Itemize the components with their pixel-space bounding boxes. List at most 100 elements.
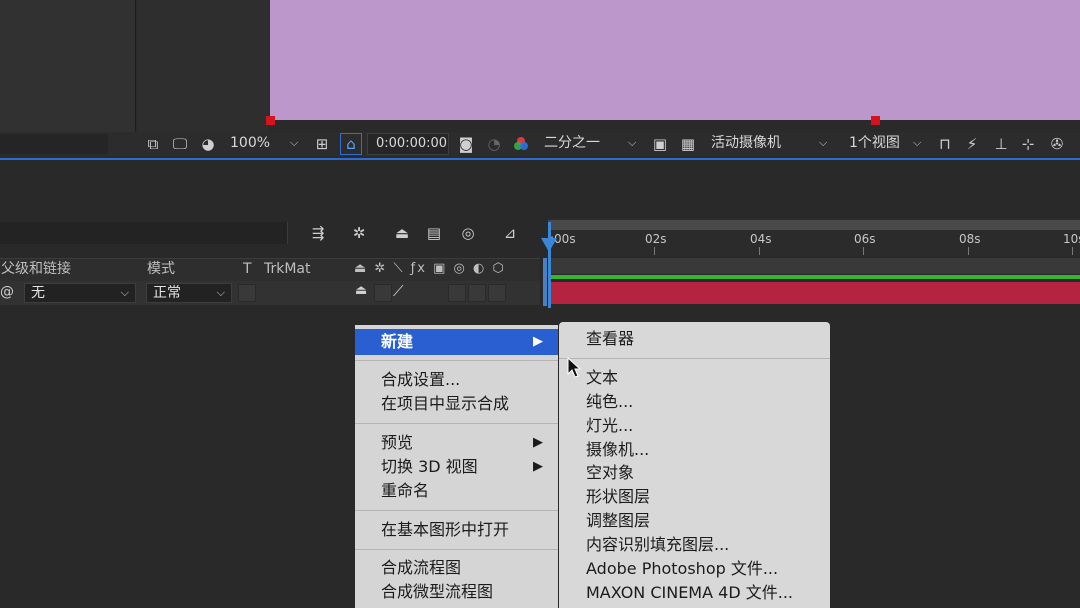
composition-canvas[interactable] — [266, 0, 1080, 125]
submenu-item-viewer[interactable]: 查看器 — [559, 327, 830, 351]
menu-item-preview[interactable]: 预览 ▶ — [355, 431, 558, 455]
timecode-field[interactable]: 0:00:00:00 — [367, 133, 449, 155]
mask-visibility-icon[interactable]: ◕ — [197, 133, 219, 155]
ruler-tick — [759, 247, 760, 255]
transparency-grid-icon[interactable]: ▦ — [677, 133, 699, 155]
menu-item-label: 在基本图形中打开 — [381, 520, 510, 539]
color-channels-icon[interactable] — [510, 133, 532, 155]
grid-guides-icon[interactable]: ⊞ — [312, 133, 332, 155]
zoom-dropdown[interactable]: 100% ⌵ — [224, 133, 306, 155]
submenu-item-label: 空对象 — [586, 463, 635, 482]
menu-item-label: 重命名 — [381, 481, 430, 500]
flowchart-icon[interactable]: ⊹ — [1017, 133, 1039, 155]
shy-switch-icon[interactable]: ⏏ — [355, 283, 367, 298]
parent-dropdown[interactable]: 无 ⌵ — [24, 283, 136, 303]
chevron-down-icon: ⌵ — [819, 136, 828, 149]
mode-value: 正常 — [153, 285, 181, 301]
menu-item-switch-3d-view[interactable]: 切换 3D 视图 ▶ — [355, 455, 558, 479]
collapse-switch[interactable] — [374, 284, 392, 302]
menu-item-label: 合成流程图 — [381, 558, 462, 577]
submenu-arrow-icon: ▶ — [533, 435, 543, 450]
zoom-value: 100% — [230, 135, 271, 151]
motion-blur-icon[interactable]: ◎ — [455, 222, 481, 244]
submenu-item-adjustment-layer[interactable]: 调整图层 — [559, 509, 830, 533]
submenu-item-label: Adobe Photoshop 文件... — [586, 559, 779, 578]
column-t[interactable]: T — [243, 258, 252, 280]
submenu-item-cinema4d-file[interactable]: MAXON CINEMA 4D 文件... — [559, 581, 830, 605]
mask-path-icon[interactable]: ⌂ — [340, 133, 362, 155]
effect-switch[interactable] — [448, 284, 466, 302]
chevron-down-icon: ⌵ — [216, 286, 225, 299]
submenu-item-label: 文本 — [586, 368, 619, 387]
fast-preview-icon[interactable]: ⚡ — [962, 133, 982, 155]
work-area-track[interactable] — [548, 220, 1080, 230]
composition-flowchart-icon[interactable]: ⇶ — [305, 222, 331, 244]
camera-dropdown[interactable]: 活动摄像机 ⌵ — [705, 133, 837, 155]
canvas-handle-left[interactable] — [266, 116, 275, 125]
project-panel — [0, 0, 136, 132]
always-preview-icon[interactable]: ⧉ — [143, 133, 163, 155]
submenu-item-label: 摄像机... — [586, 440, 650, 459]
resolution-value: 二分之一 — [544, 135, 600, 151]
submenu-item-label: 灯光... — [586, 416, 634, 435]
work-area-bar[interactable] — [551, 275, 1080, 279]
menu-item-comp-mini-flowchart[interactable]: 合成微型流程图 — [355, 580, 558, 604]
menu-item-open-in-essential-graphics[interactable]: 在基本图形中打开 — [355, 518, 558, 542]
menu-item-reveal-in-project[interactable]: 在项目中显示合成 — [355, 392, 558, 416]
chevron-down-icon: ⌵ — [628, 136, 637, 149]
submenu-item-content-aware-fill[interactable]: 内容识别填充图层... — [559, 533, 830, 557]
menu-item-label: 合成设置... — [381, 370, 461, 389]
layer-search-input[interactable] — [0, 222, 288, 244]
exposure-icon[interactable]: ✇ — [1046, 133, 1068, 155]
menu-item-comp-flowchart[interactable]: 合成流程图 — [355, 556, 558, 580]
submenu-item-label: 纯色... — [586, 392, 634, 411]
column-trkmat[interactable]: TrkMat — [264, 258, 311, 280]
column-parent-link[interactable]: 父级和链接 — [1, 258, 71, 280]
submenu-item-text[interactable]: 文本 — [559, 366, 830, 390]
submenu-item-photoshop-file[interactable]: Adobe Photoshop 文件... — [559, 557, 830, 581]
quality-switch-icon[interactable]: ⟋ — [393, 282, 404, 300]
submenu-item-shape-layer[interactable]: 形状图层 — [559, 485, 830, 509]
spiral-link-icon[interactable]: @ — [0, 284, 14, 300]
menu-item-label: 切换 3D 视图 — [381, 457, 478, 476]
timecode-value: 0:00:00:00 — [376, 136, 448, 151]
menu-item-label: 在项目中显示合成 — [381, 394, 510, 413]
submenu-item-solid[interactable]: 纯色... — [559, 390, 830, 414]
shy-layers-icon[interactable]: ⏏ — [389, 222, 415, 244]
menu-separator — [355, 510, 558, 511]
frame-blend-switch[interactable] — [468, 284, 486, 302]
layer-duration-bar[interactable] — [551, 282, 1080, 304]
track-matte-switch[interactable] — [238, 284, 256, 302]
ruler-tick — [654, 247, 655, 255]
submenu-item-camera[interactable]: 摄像机... — [559, 438, 830, 462]
draft-3d-icon[interactable]: ✲ — [346, 222, 372, 244]
views-dropdown[interactable]: 1个视图 ⌵ — [843, 133, 929, 155]
monitor-icon[interactable]: 🖵 — [170, 133, 190, 155]
frame-blending-icon[interactable]: ▤ — [421, 222, 447, 244]
playhead-handle[interactable] — [541, 238, 557, 252]
motion-blur-switch[interactable] — [488, 284, 506, 302]
ruler-tick — [968, 247, 969, 255]
menu-item-rename[interactable]: 重命名 — [355, 479, 558, 503]
submenu-item-light[interactable]: 灯光... — [559, 414, 830, 438]
canvas-handle-mid[interactable] — [871, 116, 880, 125]
menu-separator — [355, 423, 558, 424]
region-of-interest-icon[interactable]: ▣ — [650, 133, 670, 155]
mouse-cursor-icon — [567, 356, 582, 383]
menu-item-label: 预览 — [381, 433, 414, 452]
panel-strip — [137, 0, 269, 132]
submenu-item-null-object[interactable]: 空对象 — [559, 461, 830, 485]
playhead-line[interactable] — [548, 222, 551, 308]
toggle-pixel-aspect-icon[interactable]: ⊓ — [935, 133, 955, 155]
ruler-tick-label: 04s — [750, 232, 772, 246]
timeline-icon[interactable]: ⊥ — [990, 133, 1012, 155]
camera-snapshot-icon[interactable]: ◙ — [455, 133, 477, 155]
show-snapshot-icon[interactable]: ◔ — [483, 133, 505, 155]
menu-item-comp-settings[interactable]: 合成设置... — [355, 368, 558, 392]
resolution-dropdown[interactable]: 二分之一 ⌵ — [538, 133, 644, 155]
column-mode[interactable]: 模式 — [147, 258, 175, 280]
graph-editor-icon[interactable]: ⊿ — [497, 222, 523, 244]
menu-item-new[interactable]: 新建 ▶ — [355, 329, 558, 355]
submenu-item-label: 调整图层 — [586, 511, 651, 530]
blend-mode-dropdown[interactable]: 正常 ⌵ — [146, 283, 232, 303]
